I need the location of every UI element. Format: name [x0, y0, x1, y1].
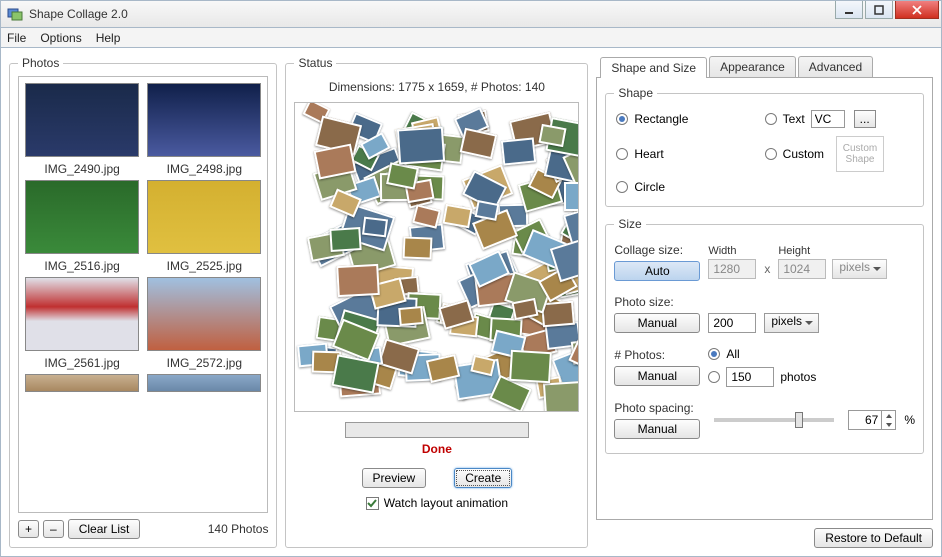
- photo-thumbnail: [147, 83, 261, 157]
- shape-legend: Shape: [614, 86, 657, 100]
- num-photos-label: # Photos:: [614, 348, 700, 362]
- collage-unit-select[interactable]: pixels: [832, 259, 887, 279]
- label-heart: Heart: [634, 147, 663, 161]
- status-legend: Status: [294, 56, 336, 70]
- size-legend: Size: [614, 217, 645, 231]
- right-panel: Shape and Size Appearance Advanced Shape…: [596, 56, 933, 548]
- minimize-button[interactable]: [835, 1, 863, 19]
- radio-heart[interactable]: [616, 148, 628, 160]
- restore-default-button[interactable]: Restore to Default: [814, 528, 933, 548]
- radio-text[interactable]: [765, 113, 777, 125]
- status-panel: Status Dimensions: 1775 x 1659, # Photos…: [285, 56, 588, 548]
- num-photos-manual-button[interactable]: Manual: [614, 366, 700, 386]
- slider-thumb[interactable]: [795, 412, 803, 428]
- photo-unit-select[interactable]: pixels: [764, 313, 819, 333]
- watch-label: Watch layout animation: [384, 496, 508, 510]
- label-all: All: [726, 347, 739, 361]
- spacing-slider[interactable]: [714, 418, 834, 422]
- title-bar: Shape Collage 2.0: [0, 0, 942, 28]
- photo-thumbnail: [25, 83, 139, 157]
- photo-filename: IMG_2525.jpg: [147, 259, 261, 273]
- photo-size-label: Photo size:: [614, 295, 700, 309]
- spacing-value[interactable]: [848, 410, 882, 430]
- photo-filename: IMG_2498.jpg: [147, 162, 261, 176]
- radio-custom[interactable]: [765, 148, 777, 160]
- collage-auto-button[interactable]: Auto: [614, 261, 700, 281]
- photo-thumbnail: [25, 277, 139, 351]
- text-browse-button[interactable]: ...: [854, 110, 876, 128]
- shape-group: Shape Rectangle Text ... Heart Custom Cu…: [605, 86, 924, 207]
- tab-shape-size[interactable]: Shape and Size: [600, 57, 707, 78]
- collage-size-label: Collage size:: [614, 243, 700, 257]
- photo-item[interactable]: IMG_2498.jpg: [147, 83, 261, 176]
- photo-filename: IMG_2516.jpg: [25, 259, 139, 273]
- photo-item[interactable]: IMG_2572.jpg: [147, 277, 261, 370]
- photos-panel: Photos IMG_2490.jpg IMG_2498.jpg IMG_2516.…: [9, 56, 277, 548]
- clear-list-button[interactable]: Clear List: [68, 519, 141, 539]
- radio-all-photos[interactable]: [708, 348, 720, 360]
- x-separator: x: [762, 262, 772, 279]
- window-buttons: [835, 1, 941, 19]
- window-title: Shape Collage 2.0: [29, 7, 128, 21]
- photo-count: 140 Photos: [208, 522, 269, 536]
- spacing-label: Photo spacing:: [614, 401, 700, 415]
- photo-item[interactable]: [25, 374, 139, 395]
- radio-circle[interactable]: [616, 181, 628, 193]
- photo-filename: IMG_2561.jpg: [25, 356, 139, 370]
- create-button[interactable]: Create: [454, 468, 512, 488]
- menu-help[interactable]: Help: [96, 31, 121, 45]
- size-group: Size Collage size: Auto Width x Height p…: [605, 217, 924, 454]
- app-icon: [7, 6, 23, 22]
- pct-label: %: [904, 413, 915, 427]
- photos-count-input[interactable]: [726, 367, 774, 387]
- photo-item[interactable]: [147, 374, 261, 395]
- label-text: Text: [783, 112, 805, 126]
- photo-size-input[interactable]: [708, 313, 756, 333]
- width-label: Width: [708, 245, 756, 257]
- maximize-button[interactable]: [865, 1, 893, 19]
- photo-item[interactable]: IMG_2490.jpg: [25, 83, 139, 176]
- tab-advanced[interactable]: Advanced: [798, 56, 873, 77]
- photo-manual-button[interactable]: Manual: [614, 313, 700, 333]
- label-rectangle: Rectangle: [634, 112, 688, 126]
- add-button[interactable]: +: [18, 520, 39, 538]
- photo-item[interactable]: IMG_2516.jpg: [25, 180, 139, 273]
- height-input[interactable]: [778, 259, 826, 279]
- photo-filename: IMG_2572.jpg: [147, 356, 261, 370]
- radio-rectangle[interactable]: [616, 113, 628, 125]
- photo-filename: IMG_2490.jpg: [25, 162, 139, 176]
- collage-preview: [294, 102, 579, 412]
- preview-button[interactable]: Preview: [362, 468, 427, 488]
- photo-grid[interactable]: IMG_2490.jpg IMG_2498.jpg IMG_2516.jpg IMG_…: [18, 76, 268, 513]
- photos-word: photos: [780, 370, 816, 384]
- photo-item[interactable]: IMG_2525.jpg: [147, 180, 261, 273]
- photos-legend: Photos: [18, 56, 63, 70]
- custom-shape-box[interactable]: Custom Shape: [836, 136, 884, 172]
- width-input[interactable]: [708, 259, 756, 279]
- remove-button[interactable]: –: [43, 520, 64, 538]
- height-label: Height: [778, 245, 826, 257]
- photo-thumbnail: [25, 180, 139, 254]
- spacing-manual-button[interactable]: Manual: [614, 419, 700, 439]
- photo-thumbnail: [147, 180, 261, 254]
- close-button[interactable]: [895, 1, 939, 19]
- photo-item[interactable]: IMG_2561.jpg: [25, 277, 139, 370]
- progress-bar: [345, 422, 529, 438]
- menu-options[interactable]: Options: [40, 31, 81, 45]
- watch-checkbox[interactable]: [366, 497, 379, 510]
- photo-thumbnail: [147, 277, 261, 351]
- tab-appearance[interactable]: Appearance: [709, 56, 796, 77]
- tabs: Shape and Size Appearance Advanced: [600, 56, 933, 77]
- status-dimensions: Dimensions: 1775 x 1659, # Photos: 140: [294, 80, 579, 94]
- spin-down-icon[interactable]: [882, 420, 895, 429]
- label-circle: Circle: [634, 180, 665, 194]
- status-done: Done: [294, 442, 579, 456]
- menu-bar: File Options Help: [0, 28, 942, 48]
- menu-file[interactable]: File: [7, 31, 26, 45]
- spacing-spinner[interactable]: [848, 410, 896, 430]
- spin-up-icon[interactable]: [882, 411, 895, 420]
- label-custom: Custom: [783, 147, 824, 161]
- radio-count-photos[interactable]: [708, 371, 720, 383]
- text-input[interactable]: [811, 110, 845, 128]
